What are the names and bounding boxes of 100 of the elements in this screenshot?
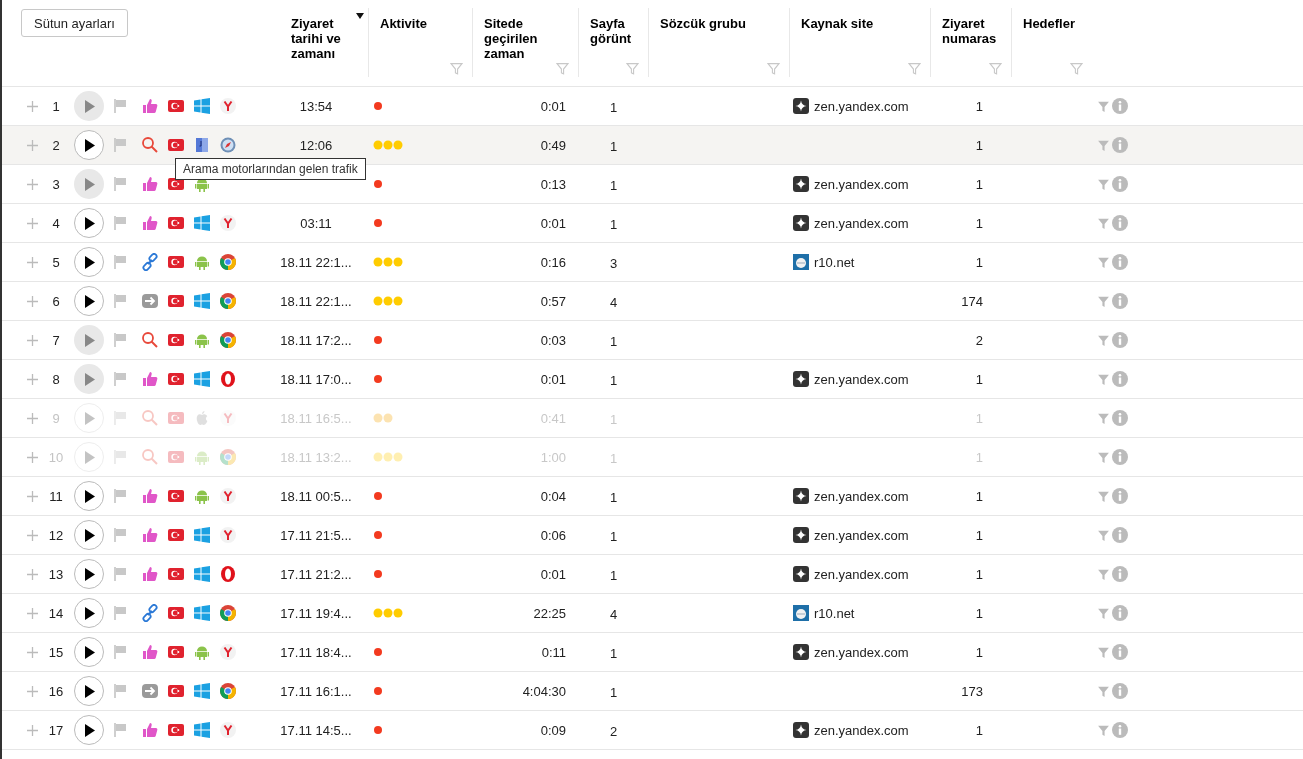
info-icon[interactable] [1112, 683, 1128, 699]
expand-icon[interactable] [27, 100, 38, 112]
flag-icon[interactable] [114, 567, 127, 581]
flag-icon[interactable] [114, 255, 127, 269]
filter-icon[interactable] [1097, 567, 1110, 581]
filter-icon[interactable] [1097, 99, 1110, 113]
info-icon[interactable] [1112, 527, 1128, 543]
info-icon[interactable] [1112, 176, 1128, 192]
expand-icon[interactable] [27, 178, 38, 190]
filter-icon[interactable] [1097, 489, 1110, 503]
info-icon[interactable] [1112, 410, 1128, 426]
filter-icon[interactable] [1097, 294, 1110, 308]
play-button[interactable] [74, 676, 104, 706]
info-icon[interactable] [1112, 449, 1128, 465]
flag-icon[interactable] [114, 528, 127, 542]
column-settings-button[interactable]: Sütun ayarları [21, 9, 128, 37]
info-icon[interactable] [1112, 566, 1128, 582]
row-number: 9 [51, 410, 61, 426]
info-icon[interactable] [1112, 332, 1128, 348]
info-icon[interactable] [1112, 488, 1128, 504]
expand-icon[interactable] [27, 685, 38, 697]
expand-icon[interactable] [27, 295, 38, 307]
info-icon[interactable] [1112, 293, 1128, 309]
info-icon[interactable] [1112, 254, 1128, 270]
play-button[interactable] [74, 559, 104, 589]
column-header[interactable]: Ziyaret tarihi ve zamanı [291, 16, 356, 61]
filter-icon[interactable] [1097, 528, 1110, 542]
filter-icon[interactable] [556, 62, 569, 75]
play-button[interactable] [74, 637, 104, 667]
expand-icon[interactable] [27, 451, 38, 463]
filter-icon[interactable] [989, 62, 1002, 75]
column-header[interactable]: Kaynak site [801, 16, 918, 31]
expand-icon[interactable] [27, 412, 38, 424]
referrer-site: zen.yandex.com [814, 566, 909, 582]
flag-icon[interactable] [114, 372, 127, 386]
flag-icon[interactable] [114, 645, 127, 659]
flag-icon[interactable] [114, 606, 127, 620]
info-icon[interactable] [1112, 644, 1128, 660]
expand-icon[interactable] [27, 256, 38, 268]
play-button[interactable] [74, 598, 104, 628]
flag-icon[interactable] [114, 294, 127, 308]
flag-icon[interactable] [114, 99, 127, 113]
table-row[interactable]: 2 12:06 0:49 1 1 [2, 126, 1303, 165]
info-icon[interactable] [1112, 215, 1128, 231]
flag-icon[interactable] [114, 489, 127, 503]
column-header[interactable]: Sözcük grubu [660, 16, 777, 31]
expand-icon[interactable] [27, 217, 38, 229]
flag-icon[interactable] [114, 333, 127, 347]
column-header[interactable]: Hedefler [1023, 16, 1080, 31]
expand-icon[interactable] [27, 724, 38, 736]
filter-icon[interactable] [1097, 684, 1110, 698]
filter-icon[interactable] [1070, 62, 1083, 75]
filter-icon[interactable] [450, 62, 463, 75]
filter-icon[interactable] [908, 62, 921, 75]
flag-icon[interactable] [114, 216, 127, 230]
info-icon[interactable] [1112, 722, 1128, 738]
filter-icon[interactable] [1097, 216, 1110, 230]
expand-icon[interactable] [27, 646, 38, 658]
flag-icon[interactable] [114, 723, 127, 737]
filter-icon[interactable] [1097, 177, 1110, 191]
play-button[interactable] [74, 715, 104, 745]
filter-icon[interactable] [1097, 723, 1110, 737]
info-icon[interactable] [1112, 605, 1128, 621]
play-button[interactable] [74, 130, 104, 160]
filter-icon[interactable] [1097, 333, 1110, 347]
column-header[interactable]: Aktivite [380, 16, 460, 31]
visit-time: 18.11 17:2... [280, 332, 352, 348]
info-icon[interactable] [1112, 98, 1128, 114]
filter-icon[interactable] [1097, 138, 1110, 152]
column-header[interactable]: Ziyaret numaras [942, 16, 999, 46]
play-button[interactable] [74, 520, 104, 550]
column-header[interactable]: Sitede geçirilen zaman [484, 16, 566, 61]
expand-icon[interactable] [27, 334, 38, 346]
expand-icon[interactable] [27, 568, 38, 580]
filter-icon[interactable] [1097, 450, 1110, 464]
filter-icon[interactable] [1097, 372, 1110, 386]
flag-icon[interactable] [114, 684, 127, 698]
filter-icon[interactable] [626, 62, 639, 75]
play-button[interactable] [74, 247, 104, 277]
flag-icon[interactable] [114, 138, 127, 152]
column-header[interactable]: Sayfa görünt [590, 16, 636, 46]
expand-icon[interactable] [27, 607, 38, 619]
filter-icon[interactable] [1097, 411, 1110, 425]
expand-icon[interactable] [27, 490, 38, 502]
filter-icon[interactable] [1097, 645, 1110, 659]
flag-icon[interactable] [114, 177, 127, 191]
filter-icon[interactable] [1097, 255, 1110, 269]
info-icon[interactable] [1112, 371, 1128, 387]
expand-icon[interactable] [27, 529, 38, 541]
expand-icon[interactable] [27, 373, 38, 385]
filter-icon[interactable] [1097, 606, 1110, 620]
play-button[interactable] [74, 286, 104, 316]
play-icon [83, 411, 95, 425]
sort-arrow-icon[interactable] [356, 13, 364, 19]
expand-icon[interactable] [27, 139, 38, 151]
visit-number: 1 [975, 644, 983, 660]
filter-icon[interactable] [767, 62, 780, 75]
play-button[interactable] [74, 481, 104, 511]
play-button[interactable] [74, 208, 104, 238]
info-icon[interactable] [1112, 137, 1128, 153]
